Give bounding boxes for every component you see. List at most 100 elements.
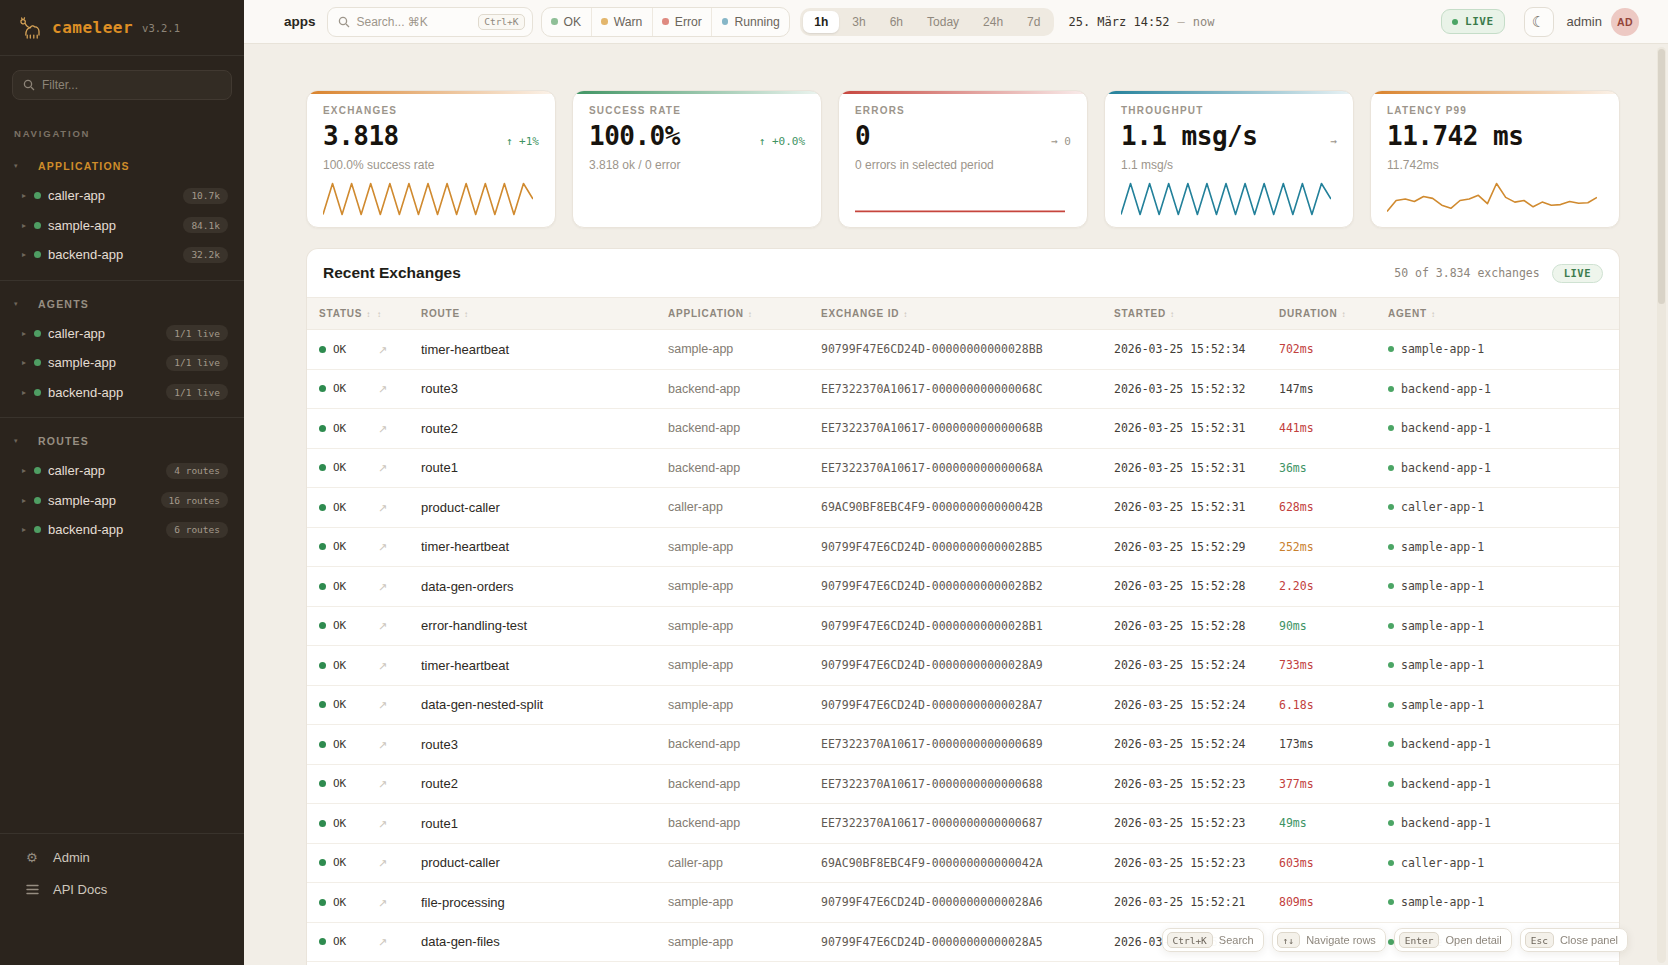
section-header-applications[interactable]: ▾APPLICATIONS xyxy=(0,151,244,181)
sidebar-item-backend-app[interactable]: ▸backend-app6 routes xyxy=(0,515,244,545)
table-row[interactable]: OK↗route1backend-appEE7322370A10617-0000… xyxy=(307,804,1619,844)
date-range[interactable]: 25. März 14:52 — now xyxy=(1068,15,1214,29)
column-label: AGENT xyxy=(1388,308,1427,319)
sidebar-item-caller-app[interactable]: ▸caller-app4 routes xyxy=(0,456,244,486)
column-header-exchange-id[interactable]: EXCHANGE ID↕ xyxy=(821,298,1114,330)
open-exchange-icon[interactable]: ↗ xyxy=(373,502,387,514)
column-header-expand[interactable]: ↕ xyxy=(373,298,421,330)
section-label: APPLICATIONS xyxy=(38,160,130,172)
route-cell: file-processing xyxy=(421,883,668,923)
sidebar-item-sample-app[interactable]: ▸sample-app84.1k xyxy=(0,211,244,241)
table-row[interactable]: OK↗product-callercaller-app69AC90BF8EBC4… xyxy=(307,843,1619,883)
filter-chip-warn[interactable]: Warn xyxy=(591,8,652,36)
footer-item-admin[interactable]: ⚙Admin xyxy=(0,841,244,873)
filter-chip-error[interactable]: Error xyxy=(652,8,712,36)
scrollbar-thumb[interactable] xyxy=(1658,49,1665,304)
time-range-7d[interactable]: 7d xyxy=(1016,11,1051,33)
footer-item-api-docs[interactable]: API Docs xyxy=(0,873,244,905)
time-range-today[interactable]: Today xyxy=(916,11,970,33)
table-row[interactable]: OK↗file-processingsample-app90799F47E6CD… xyxy=(307,883,1619,923)
table-row[interactable]: OK↗route3backend-appEE7322370A10617-0000… xyxy=(307,725,1619,765)
sidebar-item-sample-app[interactable]: ▸sample-app16 routes xyxy=(0,486,244,516)
recent-exchanges-panel: Recent Exchanges 50 of 3.834 exchanges L… xyxy=(306,248,1620,965)
stat-label: EXCHANGES xyxy=(323,105,539,116)
open-exchange-icon[interactable]: ↗ xyxy=(373,462,387,474)
application-cell: caller-app xyxy=(668,488,821,528)
agent-name: sample-app-1 xyxy=(1401,895,1484,909)
ok-dot-icon xyxy=(319,701,326,708)
status-cell: OK xyxy=(319,449,373,488)
agent-dot-icon xyxy=(1388,820,1394,826)
column-header-status[interactable]: STATUS↕ xyxy=(307,298,373,330)
application-cell: sample-app xyxy=(668,567,821,607)
route-cell: route2 xyxy=(421,764,668,804)
stat-delta: ↑ +0.0% xyxy=(759,135,805,148)
section-header-routes[interactable]: ▾ROUTES xyxy=(0,426,244,456)
table-row[interactable]: OK↗product-callercaller-app69AC90BF8EBC4… xyxy=(307,488,1619,528)
open-exchange-icon[interactable]: ↗ xyxy=(373,818,387,830)
stat-value: 11.742 ms xyxy=(1387,121,1603,151)
dark-mode-toggle[interactable]: ☾ xyxy=(1524,7,1554,37)
sidebar-item-caller-app[interactable]: ▸caller-app10.7k xyxy=(0,181,244,211)
table-row[interactable]: OK↗route2backend-appEE7322370A10617-0000… xyxy=(307,409,1619,449)
agent-dot-icon xyxy=(1388,425,1394,431)
open-exchange-icon[interactable]: ↗ xyxy=(373,620,387,632)
open-exchange-icon[interactable]: ↗ xyxy=(373,423,387,435)
column-header-application[interactable]: APPLICATION↕ xyxy=(668,298,821,330)
time-range-1h[interactable]: 1h xyxy=(803,11,839,33)
table-row[interactable]: OK↗route3backend-appEE7322370A10617-0000… xyxy=(307,369,1619,409)
live-toggle[interactable]: LIVE xyxy=(1441,9,1505,34)
filter-chip-running[interactable]: Running xyxy=(711,8,789,36)
agent-dot-icon xyxy=(1388,504,1394,510)
sidebar-item-sample-app[interactable]: ▸sample-app1/1 live xyxy=(0,348,244,378)
started-cell: 2026-03-25 15:52:28 xyxy=(1114,606,1279,646)
scrollbar[interactable] xyxy=(1657,47,1666,963)
open-exchange-icon[interactable]: ↗ xyxy=(373,541,387,553)
table-row[interactable]: OK↗data-gen-orderssample-app90799F47E6CD… xyxy=(307,567,1619,607)
table-row[interactable]: OK↗timer-heartbeatsample-app90799F47E6CD… xyxy=(307,330,1619,370)
section-header-agents[interactable]: ▾AGENTS xyxy=(0,289,244,319)
sidebar-item-label: backend-app xyxy=(48,385,123,400)
table-row[interactable]: OK↗error-handling-testsample-app90799F47… xyxy=(307,606,1619,646)
open-exchange-icon[interactable]: ↗ xyxy=(373,739,387,751)
open-exchange-icon[interactable]: ↗ xyxy=(373,383,387,395)
sidebar-item-backend-app[interactable]: ▸backend-app32.2k xyxy=(0,240,244,270)
table-row[interactable]: OK↗route2backend-appEE7322370A10617-0000… xyxy=(307,764,1619,804)
time-range-24h[interactable]: 24h xyxy=(972,11,1014,33)
column-header-agent[interactable]: AGENT↕ xyxy=(1388,298,1619,330)
sidebar-item-caller-app[interactable]: ▸caller-app1/1 live xyxy=(0,319,244,349)
open-exchange-icon[interactable]: ↗ xyxy=(373,660,387,672)
open-exchange-icon[interactable]: ↗ xyxy=(373,897,387,909)
table-row[interactable]: OK↗timer-heartbeatsample-app90799F47E6CD… xyxy=(307,527,1619,567)
time-range-6h[interactable]: 6h xyxy=(879,11,914,33)
sidebar-filter-input[interactable]: Filter... xyxy=(12,70,232,100)
time-range-3h[interactable]: 3h xyxy=(841,11,876,33)
column-label: APPLICATION xyxy=(668,308,744,319)
column-header-started[interactable]: STARTED ↕ xyxy=(1114,298,1279,330)
started-cell: 2026-03-25 15:52:24 xyxy=(1114,725,1279,765)
table-row[interactable]: OK↗timer-heartbeatsample-app90799F47E6CD… xyxy=(307,646,1619,686)
open-exchange-icon[interactable]: ↗ xyxy=(373,699,387,711)
open-exchange-icon[interactable]: ↗ xyxy=(373,936,387,948)
open-exchange-icon[interactable]: ↗ xyxy=(373,778,387,790)
open-exchange-icon[interactable]: ↗ xyxy=(373,857,387,869)
open-exchange-icon[interactable]: ↗ xyxy=(373,344,387,356)
dot-icon xyxy=(551,18,558,25)
column-header-duration[interactable]: DURATION↕ xyxy=(1279,298,1388,330)
column-label: STARTED xyxy=(1114,308,1166,319)
column-header-route[interactable]: ROUTE↕ xyxy=(421,298,668,330)
ok-dot-icon xyxy=(319,899,326,906)
open-exchange-icon[interactable]: ↗ xyxy=(373,581,387,593)
agent-dot-icon xyxy=(1388,662,1394,668)
global-search-input[interactable]: Search... ⌘K Ctrl+K xyxy=(327,7,533,37)
status-dot-icon xyxy=(34,526,41,533)
avatar[interactable]: AD xyxy=(1611,8,1639,36)
sort-icon: ↕ xyxy=(1170,310,1175,319)
sidebar-item-backend-app[interactable]: ▸backend-app1/1 live xyxy=(0,378,244,408)
brand-name: cameleer xyxy=(52,18,133,37)
duration-cell: 90ms xyxy=(1279,606,1388,646)
filter-chip-ok[interactable]: OK xyxy=(542,8,591,36)
table-row[interactable]: OK↗route1backend-appEE7322370A10617-0000… xyxy=(307,448,1619,488)
exchange-id-cell: 90799F47E6CD24D-00000000000028A9 xyxy=(821,646,1114,686)
table-row[interactable]: OK↗data-gen-nested-splitsample-app90799F… xyxy=(307,685,1619,725)
